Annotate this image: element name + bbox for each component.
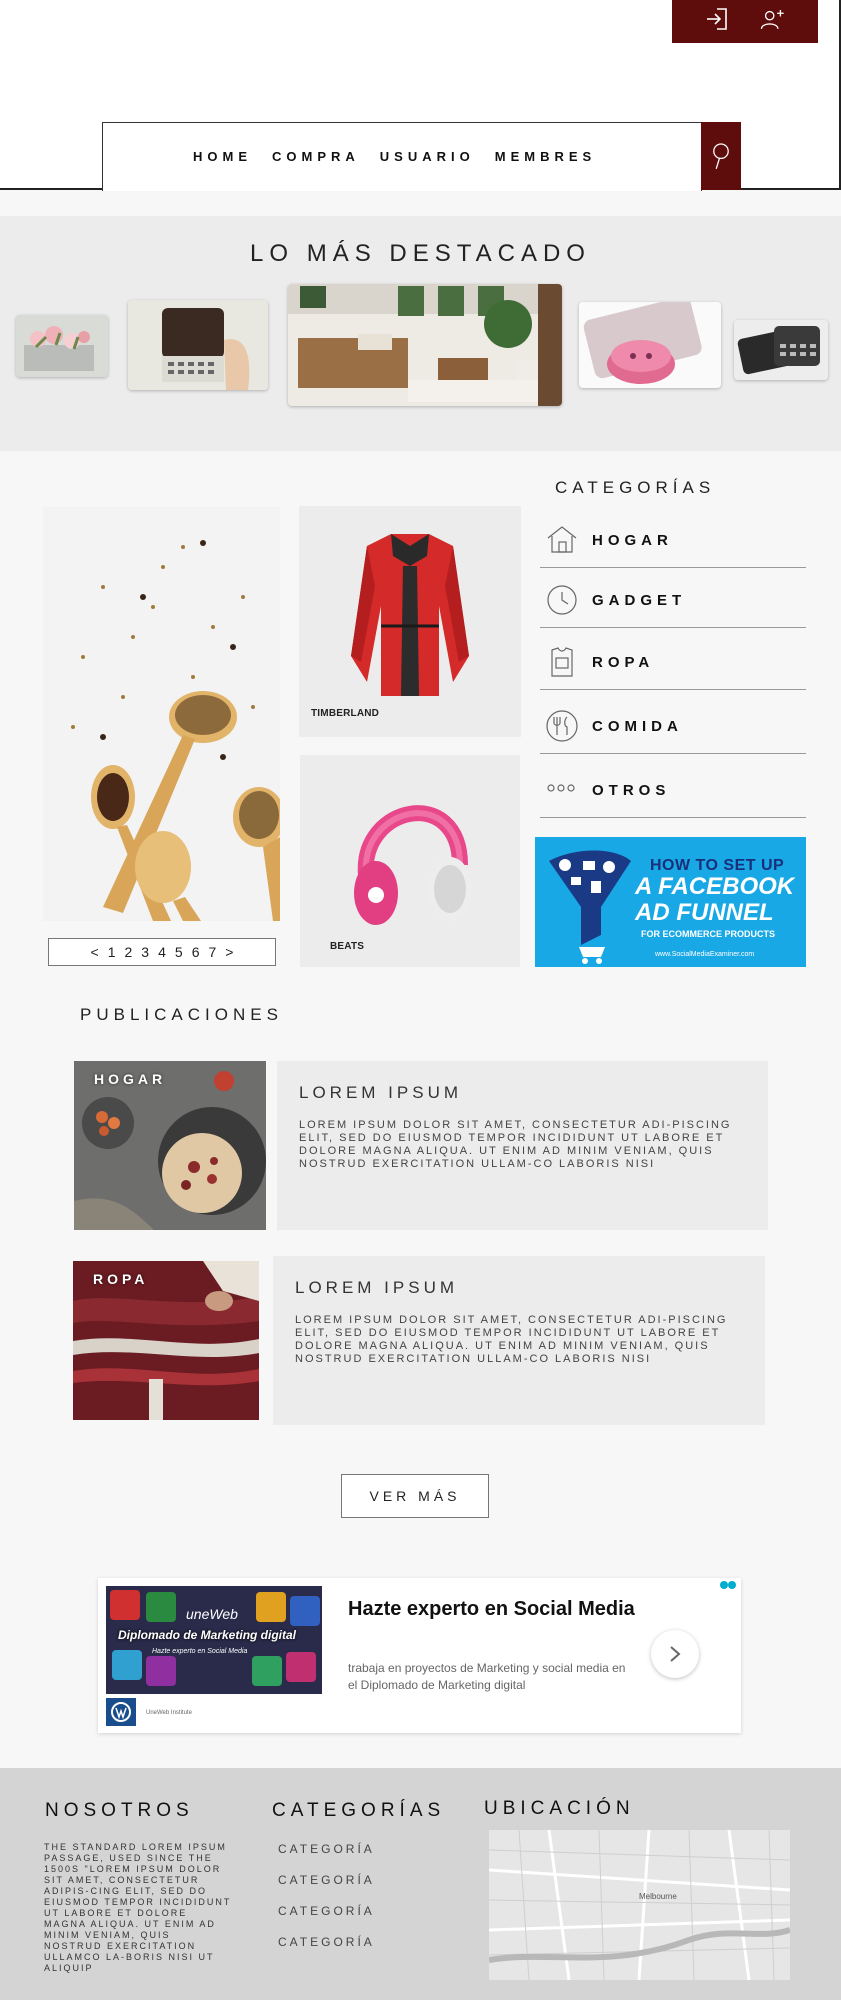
featured-title: LO MÁS DESTACADO: [250, 240, 591, 267]
post-tag: HOGAR: [94, 1071, 167, 1087]
post-image-ropa[interactable]: ROPA: [73, 1261, 259, 1420]
fb-ad-line3: AD FUNNEL: [635, 899, 774, 926]
footer-category-link[interactable]: CATEGORÍA: [278, 1904, 375, 1918]
featured-thumb-flowers[interactable]: [16, 315, 108, 377]
page-1[interactable]: 1: [108, 944, 116, 960]
ad-banner[interactable]: uneWeb Diplomado de Marketing digital Ha…: [98, 1578, 741, 1733]
page-5[interactable]: 5: [175, 944, 183, 960]
nav-home[interactable]: HOME: [193, 149, 252, 164]
featured-thumb-blackberry[interactable]: [128, 300, 268, 390]
ad-choices-icon[interactable]: [719, 1580, 737, 1590]
spices-image[interactable]: [43, 507, 280, 921]
post-body: LOREM IPSUM DOLOR SIT AMET, CONSECTETUR …: [299, 1119, 732, 1170]
dots-icon: [547, 784, 575, 792]
category-hogar[interactable]: HOGAR: [540, 512, 806, 568]
ad-next-button[interactable]: [651, 1630, 699, 1678]
category-comida[interactable]: COMIDA: [540, 698, 806, 754]
category-gadget[interactable]: GADGET: [540, 572, 806, 628]
featured-section: LO MÁS DESTACADO: [0, 216, 841, 451]
post-title: LOREM IPSUM: [295, 1278, 459, 1297]
nav-compra[interactable]: COMPRA: [272, 149, 360, 164]
page-3[interactable]: 3: [141, 944, 149, 960]
footer-category-link[interactable]: CATEGORÍA: [278, 1842, 375, 1856]
header: HOME COMPRA USUARIO MEMBRES: [0, 0, 841, 191]
footer-category-link[interactable]: CATEGORÍA: [278, 1935, 375, 1949]
clock-icon: [547, 585, 577, 615]
product-card-jacket[interactable]: TIMBERLAND: [299, 506, 521, 737]
institute-name: UneWeb Institute: [146, 1710, 192, 1716]
post-body: LOREM IPSUM DOLOR SIT AMET, CONSECTETUR …: [295, 1314, 728, 1365]
featured-thumb-speaker[interactable]: [579, 302, 721, 388]
ad-image-title: Diplomado de Marketing digital: [118, 1628, 297, 1642]
ad-image[interactable]: uneWeb Diplomado de Marketing digital Ha…: [106, 1586, 322, 1694]
footer-categories-title: CATEGORÍAS: [272, 1800, 446, 1821]
fb-ad-line4: FOR ECOMMERCE PRODUCTS: [641, 929, 776, 939]
pagination: < 1 2 3 4 5 6 7 >: [48, 938, 276, 966]
page-4[interactable]: 4: [158, 944, 166, 960]
categories-title: CATEGORÍAS: [555, 478, 716, 497]
map-label: Melbourne: [639, 1892, 677, 1901]
search-icon: [713, 143, 729, 169]
featured-thumb-phones[interactable]: [734, 320, 828, 380]
post-title: LOREM IPSUM: [299, 1083, 463, 1102]
user-toolbar: [672, 0, 818, 43]
post-card[interactable]: LOREM IPSUM LOREM IPSUM DOLOR SIT AMET, …: [273, 1256, 765, 1425]
category-ropa[interactable]: ROPA: [540, 634, 806, 690]
chevron-right-icon: [670, 1646, 681, 1662]
category-label: ROPA: [592, 654, 655, 671]
facebook-ad-banner[interactable]: HOW TO SET UP A FACEBOOK AD FUNNEL FOR E…: [535, 837, 806, 967]
post-card[interactable]: LOREM IPSUM LOREM IPSUM DOLOR SIT AMET, …: [277, 1061, 768, 1230]
main-nav: HOME COMPRA USUARIO MEMBRES: [102, 122, 702, 191]
page: HOME COMPRA USUARIO MEMBRES LO MÁS DESTA…: [0, 0, 841, 2000]
fb-ad-line2: A FACEBOOK: [635, 873, 795, 900]
publications-title: PUBLICACIONES: [80, 1005, 283, 1024]
ad-image-sub: Hazte experto en Social Media: [152, 1648, 248, 1655]
ad-image-brand: uneWeb: [186, 1606, 238, 1622]
add-user-icon[interactable]: [759, 5, 787, 38]
footer-location-title: UBICACIÓN: [484, 1798, 635, 1819]
shirt-icon: [551, 647, 573, 677]
category-label: GADGET: [592, 592, 687, 609]
page-6[interactable]: 6: [192, 944, 200, 960]
post-image-hogar[interactable]: HOGAR: [74, 1061, 266, 1230]
page-2[interactable]: 2: [125, 944, 133, 960]
page-7[interactable]: 7: [208, 944, 216, 960]
ad-headline: Hazte experto en Social Media: [348, 1598, 635, 1620]
post-tag: ROPA: [93, 1271, 149, 1287]
category-label: COMIDA: [592, 718, 683, 735]
ad-body: trabaja en proyectos de Marketing y soci…: [348, 1661, 626, 1692]
footer-about-text: THE STANDARD LOREM IPSUM PASSAGE, USED S…: [44, 1842, 232, 1973]
product-name: BEATS: [330, 941, 365, 952]
footer: NOSOTROS THE STANDARD LOREM IPSUM PASSAG…: [0, 1768, 841, 2000]
page-prev[interactable]: <: [91, 944, 99, 960]
institute-logo: [106, 1698, 136, 1726]
house-icon: [547, 526, 577, 553]
login-icon[interactable]: [703, 5, 731, 38]
search-button[interactable]: [701, 122, 741, 190]
product-card-headphones[interactable]: BEATS: [300, 755, 520, 967]
category-label: HOGAR: [592, 532, 673, 549]
category-label: OTROS: [592, 782, 671, 799]
cutlery-icon: [546, 710, 578, 742]
product-name: TIMBERLAND: [311, 708, 380, 719]
featured-thumb-livingroom[interactable]: [288, 284, 562, 406]
nav-usuario[interactable]: USUARIO: [380, 149, 475, 164]
nav-membres[interactable]: MEMBRES: [495, 149, 596, 164]
location-map[interactable]: Melbourne: [489, 1830, 790, 1980]
see-more-button[interactable]: VER MÁS: [341, 1474, 489, 1518]
page-next[interactable]: >: [225, 944, 233, 960]
footer-category-link[interactable]: CATEGORÍA: [278, 1873, 375, 1887]
footer-about-title: NOSOTROS: [45, 1800, 194, 1821]
fb-ad-url: www.SocialMediaExaminer.com: [655, 951, 755, 958]
category-otros[interactable]: OTROS: [540, 762, 806, 818]
